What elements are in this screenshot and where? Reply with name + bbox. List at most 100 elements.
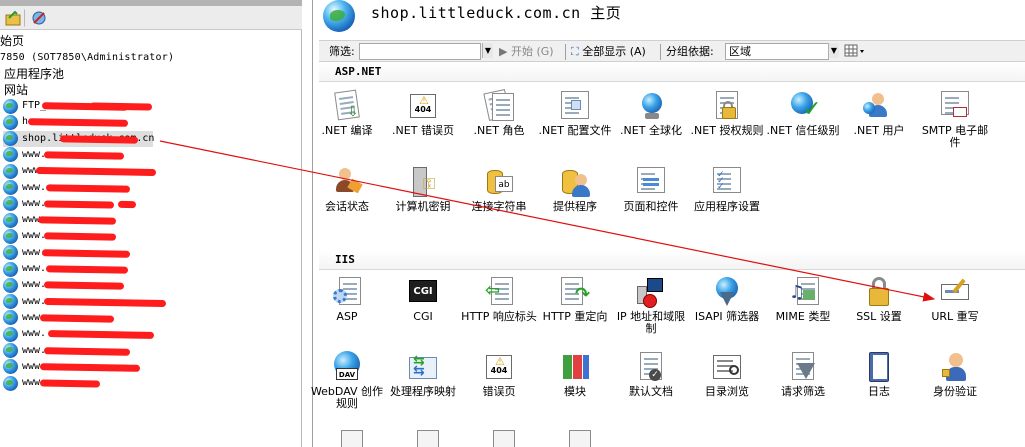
redaction-mark: [41, 248, 131, 258]
feature-net-authorization[interactable]: .NET 授权规则: [689, 90, 765, 137]
site-node-label: www.: [22, 263, 47, 274]
ssl-settings-icon: [863, 276, 895, 308]
feature-handler-mappings[interactable]: ⇆ ⇆ 处理程序映射: [385, 351, 461, 398]
filter-input[interactable]: [359, 43, 481, 60]
site-globe-icon: [3, 228, 18, 244]
directory-browsing-icon: [711, 351, 743, 383]
disconnect-icon: [32, 11, 46, 25]
feature-ip-restrictions[interactable]: IP 地址和域限制: [613, 276, 689, 335]
net-trust-levels-icon: ✓: [787, 90, 821, 122]
disconnect-button[interactable]: [30, 9, 48, 27]
connect-button[interactable]: [4, 9, 22, 27]
group-by-value: 区域: [729, 45, 751, 58]
feature-label: 计算机密钥: [395, 200, 451, 213]
site-globe-icon: [3, 343, 18, 358]
more-features-row: [319, 428, 639, 447]
start-label: 开始: [510, 45, 533, 58]
redaction-mark: [39, 362, 141, 372]
feature-http-redirect[interactable]: ↷ HTTP 重定向: [537, 276, 613, 323]
group-header-aspnet: ASP.NET: [319, 62, 1025, 82]
feature-session-state[interactable]: 会话状态: [309, 166, 385, 213]
machine-key-icon: ⚿: [407, 166, 439, 198]
feature-net-trust-levels[interactable]: ✓ .NET 信任级别: [765, 90, 841, 137]
tree-server-node[interactable]: 7850 (SOT7850\Administrator): [0, 50, 174, 66]
feature-label: 提供程序: [553, 200, 597, 213]
site-globe-icon: [3, 114, 18, 130]
feature-error-pages[interactable]: 404 错误页: [461, 347, 537, 398]
feature-modules[interactable]: 模块: [537, 351, 613, 398]
feature-pages-controls[interactable]: 页面和控件: [613, 166, 689, 213]
feature-net-profile[interactable]: .NET 配置文件: [537, 90, 613, 137]
feature-mime-types[interactable]: ♫ MIME 类型: [765, 276, 841, 323]
feature-label: .NET 错误页: [392, 124, 454, 137]
start-icon: ▶: [499, 45, 508, 58]
smtp-email-icon: [939, 90, 971, 122]
site-globe-icon: [3, 180, 18, 195]
webdav-icon: DAV: [331, 351, 363, 383]
modules-icon: [559, 351, 591, 383]
feature-net-error-pages[interactable]: 404 .NET 错误页: [385, 86, 461, 137]
site-node-label: www.: [22, 295, 47, 307]
partial-feature-icon: [341, 430, 363, 447]
feature-request-filtering[interactable]: 请求筛选: [765, 351, 841, 398]
connection-strings-icon: ab: [483, 166, 515, 198]
feature-label: MIME 类型: [775, 310, 831, 323]
feature-connection-strings[interactable]: ab 连接字符串: [461, 166, 537, 213]
feature-label: 错误页: [482, 385, 516, 398]
feature-label: .NET 配置文件: [538, 124, 612, 137]
feature-label: .NET 授权规则: [690, 124, 764, 137]
feature-app-settings[interactable]: ✓ ✓ ✓ 应用程序设置: [689, 166, 765, 213]
partial-feature-icon: [493, 430, 515, 447]
tree-app-pools[interactable]: 应用程序池: [4, 66, 64, 82]
feature-label: 处理程序映射: [390, 385, 456, 398]
site-globe-icon: [3, 196, 18, 212]
site-globe-icon: [3, 98, 18, 114]
site-globe-icon: [3, 375, 18, 391]
feature-net-users[interactable]: .NET 用户: [841, 90, 917, 137]
net-compile-icon: ⇩: [331, 89, 363, 122]
group-by-select[interactable]: 区域: [725, 43, 829, 60]
feature-label: .NET 编译: [321, 124, 373, 137]
feature-machine-key[interactable]: ⚿ 计算机密钥: [385, 166, 461, 213]
mime-types-icon: ♫: [787, 276, 819, 308]
site-node-label: www.: [22, 197, 47, 209]
group-by-dropdown-arrow[interactable]: ▼: [828, 43, 839, 58]
features-content: ASP.NET ⇩ .NET 编译 404 .NET 错误页 .NET 角色 .NET 配…: [311, 62, 1025, 447]
redaction-mark: [117, 200, 137, 208]
feature-label: .NET 信任级别: [766, 124, 840, 137]
feature-ssl-settings[interactable]: SSL 设置: [841, 276, 917, 323]
site-globe-icon: [3, 359, 18, 375]
feature-smtp-email[interactable]: SMTP 电子邮件: [917, 90, 993, 149]
tree-start-page[interactable]: 始页: [0, 33, 24, 49]
feature-cgi[interactable]: CGI CGI: [385, 276, 461, 323]
tree-sites[interactable]: 网站: [4, 82, 28, 98]
page-title: shop.littleduck.com.cn 主页: [371, 4, 622, 22]
feature-net-compile[interactable]: ⇩ .NET 编译: [309, 89, 385, 137]
asp-icon: [331, 276, 363, 308]
authentication-icon: [939, 351, 971, 383]
feature-net-globalization[interactable]: .NET 全球化: [613, 90, 689, 137]
start-button[interactable]: ▶ 开始 (G): [499, 44, 554, 60]
feature-providers[interactable]: 提供程序: [537, 166, 613, 213]
feature-label: ASP: [336, 310, 358, 323]
group-header-iis: IIS: [319, 250, 1025, 270]
feature-authentication[interactable]: 身份验证: [917, 351, 993, 398]
show-all-button[interactable]: ⛶ 全部显示 (A): [571, 44, 646, 60]
redaction-mark: [45, 265, 129, 274]
feature-label: 模块: [564, 385, 586, 398]
view-mode-button[interactable]: [844, 44, 866, 60]
feature-http-headers[interactable]: ⇦ HTTP 响应标头: [461, 276, 537, 323]
feature-label: 请求筛选: [781, 385, 825, 398]
site-globe-icon: [3, 310, 18, 326]
redaction-mark: [43, 151, 125, 160]
cgi-icon: CGI: [407, 276, 439, 308]
filter-dropdown-arrow[interactable]: ▼: [482, 43, 493, 58]
feature-asp[interactable]: ASP: [309, 276, 385, 323]
feature-isapi-filters[interactable]: ISAPI 筛选器: [689, 276, 765, 323]
feature-net-roles[interactable]: .NET 角色: [461, 89, 537, 137]
feature-url-rewrite[interactable]: URL 重写: [917, 276, 993, 323]
feature-logging[interactable]: 日志: [841, 351, 917, 398]
feature-directory-browsing[interactable]: 目录浏览: [689, 351, 765, 398]
feature-webdav[interactable]: DAV WebDAV 创作规则: [309, 351, 385, 410]
feature-default-document[interactable]: ✓ 默认文档: [613, 351, 689, 398]
